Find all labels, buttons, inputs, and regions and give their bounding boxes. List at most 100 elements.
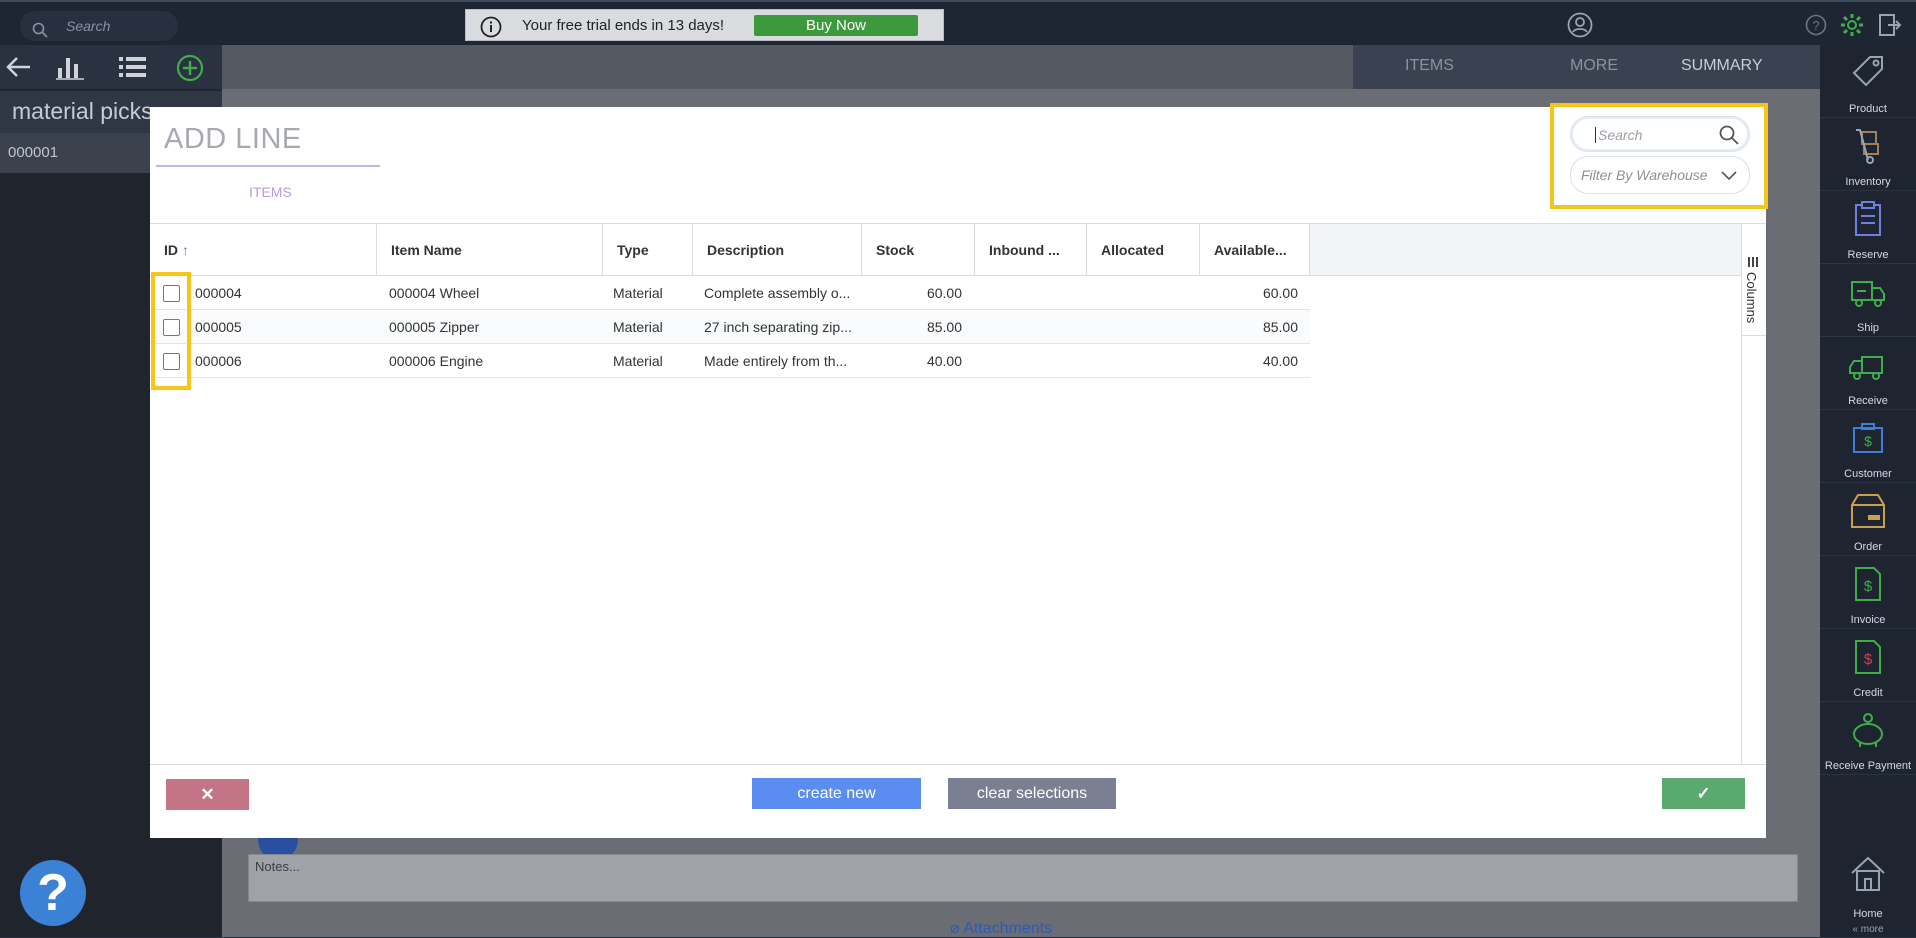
cell-allocated xyxy=(1087,344,1187,378)
global-search-input[interactable]: Search xyxy=(20,11,178,41)
sidebar-item-customer[interactable]: $ Customer xyxy=(1820,410,1916,483)
dialog-title: ADD LINE xyxy=(164,123,302,155)
item-search-input[interactable]: Search xyxy=(1570,116,1750,152)
column-header-available[interactable]: Available... xyxy=(1200,224,1310,276)
clear-selections-button[interactable]: clear selections xyxy=(948,778,1116,809)
customer-icon: $ xyxy=(1853,423,1883,453)
table-row[interactable]: 000005 000005 Zipper Material 27 inch se… xyxy=(150,310,1310,344)
box-icon xyxy=(1851,494,1885,528)
chart-icon[interactable] xyxy=(56,54,84,85)
column-header-item-name[interactable]: Item Name xyxy=(377,224,603,276)
logout-icon[interactable] xyxy=(1878,13,1902,42)
sidebar-label: Inventory xyxy=(1845,176,1891,188)
hand-truck-icon xyxy=(1856,129,1879,164)
global-search-placeholder: Search xyxy=(66,18,111,34)
help-button[interactable]: ? xyxy=(20,860,86,926)
cell-available: 85.00 xyxy=(1262,319,1298,335)
sidebar-label: Reserve xyxy=(1847,249,1889,261)
sidebar-item-credit[interactable]: $ Credit xyxy=(1820,629,1916,702)
svg-text:$: $ xyxy=(1864,651,1873,668)
tab-more[interactable]: MORE xyxy=(1570,57,1618,75)
add-line-dialog: ADD LINE ITEMS Search Filter By Warehous… xyxy=(150,103,1768,838)
buy-now-button[interactable]: Buy Now xyxy=(754,15,918,36)
cell-item-name: 000005 Zipper xyxy=(389,319,480,335)
gear-icon[interactable] xyxy=(1840,13,1864,42)
warehouse-filter-select[interactable]: Filter By Warehouse xyxy=(1570,156,1750,194)
checkbox-highlight-box xyxy=(151,272,191,390)
svg-text:?: ? xyxy=(1812,18,1819,33)
credit-icon: $ xyxy=(1855,640,1881,674)
user-icon[interactable] xyxy=(1567,12,1593,43)
sidebar-item-invoice[interactable]: $ Invoice xyxy=(1820,556,1916,629)
create-new-button[interactable]: create new xyxy=(752,778,921,809)
column-header-allocated[interactable]: Allocated xyxy=(1087,224,1200,276)
back-arrow-icon[interactable] xyxy=(4,54,32,85)
notes-field[interactable]: Notes... xyxy=(248,854,1798,902)
sidebar-label: Customer xyxy=(1844,468,1892,480)
attachments-label: Attachments xyxy=(963,920,1053,937)
column-header-type[interactable]: Type xyxy=(603,224,693,276)
sidebar-item-product[interactable]: Product xyxy=(1820,45,1916,118)
column-header-stock[interactable]: Stock xyxy=(862,224,975,276)
confirm-button[interactable]: ✓ xyxy=(1662,778,1745,809)
cell-inbound xyxy=(975,276,1075,310)
svg-text:$: $ xyxy=(1864,433,1872,449)
cell-inbound xyxy=(975,344,1075,378)
attachments-link[interactable]: ⌀ Attachments xyxy=(950,918,1052,938)
left-toolbar xyxy=(0,45,222,89)
column-header-description[interactable]: Description xyxy=(693,224,862,276)
tab-items[interactable]: ITEMS xyxy=(1405,57,1454,75)
sidebar-item-home[interactable]: Home xyxy=(1820,845,1916,920)
search-placeholder: Search xyxy=(1595,127,1642,143)
right-sidebar: Product Inventory Reserve Ship Receive $… xyxy=(1820,45,1916,937)
cell-id: 000004 xyxy=(195,285,242,301)
grid-header: ID ↑ Item Name Type Description Stock In… xyxy=(150,224,1310,276)
clipboard-icon xyxy=(1855,201,1881,236)
cell-stock: 85.00 xyxy=(926,319,962,335)
sidebar-more-link[interactable]: « more xyxy=(1820,924,1916,935)
cell-id: 000005 xyxy=(195,319,242,335)
tab-summary[interactable]: SUMMARY xyxy=(1681,57,1763,75)
sidebar-item-reserve[interactable]: Reserve xyxy=(1820,191,1916,264)
dialog-footer: ✕ create new clear selections ✓ xyxy=(150,764,1766,838)
search-icon xyxy=(32,18,48,48)
search-icon[interactable] xyxy=(1719,125,1739,150)
cell-type: Material xyxy=(613,319,663,335)
cell-allocated xyxy=(1087,276,1187,310)
cell-stock: 40.00 xyxy=(926,353,962,369)
tab-items[interactable]: ITEMS xyxy=(249,184,292,200)
table-row[interactable]: 000006 000006 Engine Material Made entir… xyxy=(150,344,1310,378)
grid-header-filler xyxy=(1310,224,1741,276)
column-header-inbound[interactable]: Inbound ... xyxy=(975,224,1087,276)
sidebar-item-receive[interactable]: Receive xyxy=(1820,337,1916,410)
cell-description: Made entirely from th... xyxy=(704,353,848,369)
column-header-id[interactable]: ID ↑ xyxy=(150,224,377,276)
add-circle-icon[interactable] xyxy=(176,54,204,87)
notes-placeholder: Notes... xyxy=(255,859,300,874)
list-icon[interactable] xyxy=(118,54,148,85)
columns-tab[interactable]: Columns xyxy=(1742,240,1766,336)
cell-allocated xyxy=(1087,310,1187,344)
columns-icon xyxy=(1748,254,1760,272)
cell-stock: 60.00 xyxy=(926,285,962,301)
columns-panel-toggle[interactable]: Columns xyxy=(1741,224,1766,765)
help-icon[interactable]: ? xyxy=(1805,14,1827,41)
table-row[interactable]: 000004 000004 Wheel Material Complete as… xyxy=(150,276,1310,310)
cell-description: Complete assembly o... xyxy=(704,285,851,301)
sidebar-item-order[interactable]: Order xyxy=(1820,483,1916,556)
sidebar-item-ship[interactable]: Ship xyxy=(1820,264,1916,337)
sort-asc-icon: ↑ xyxy=(181,242,189,258)
sidebar-label: Credit xyxy=(1853,687,1883,699)
paperclip-icon: ⌀ xyxy=(950,920,964,937)
sidebar-item-inventory[interactable]: Inventory xyxy=(1820,118,1916,191)
cell-id: 000006 xyxy=(195,353,242,369)
sidebar-item-receive-payment[interactable]: Receive Payment xyxy=(1820,702,1916,775)
cancel-button[interactable]: ✕ xyxy=(166,779,249,810)
cell-description: 27 inch separating zip... xyxy=(704,319,852,335)
svg-text:$: $ xyxy=(1864,578,1873,595)
cell-available: 40.00 xyxy=(1262,353,1298,369)
cell-inbound xyxy=(975,310,1075,344)
truck-receive-icon xyxy=(1849,356,1883,380)
sidebar-label: Invoice xyxy=(1850,614,1886,626)
items-grid: ID ↑ Item Name Type Description Stock In… xyxy=(150,223,1766,765)
